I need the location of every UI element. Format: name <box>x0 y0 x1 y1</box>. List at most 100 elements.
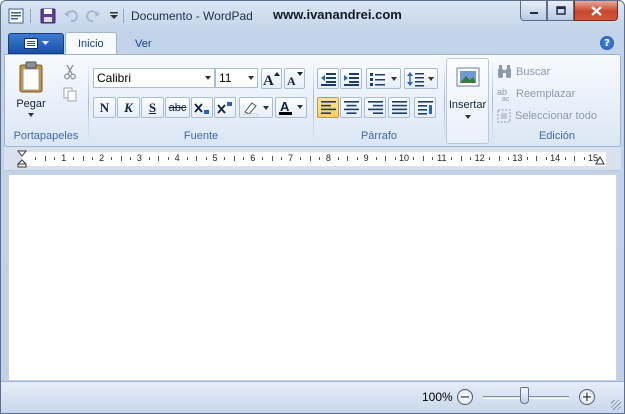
app-icon[interactable] <box>7 7 25 25</box>
shrink-font-button[interactable]: A <box>284 68 305 89</box>
window-controls <box>520 1 618 21</box>
ruler-number: 2 <box>99 153 105 163</box>
bullet-list-icon <box>370 72 397 86</box>
shrink-font-icon: A <box>287 72 303 86</box>
bold-button[interactable]: N <box>93 97 116 118</box>
maximize-button[interactable] <box>547 1 574 21</box>
group-separator <box>444 61 445 141</box>
align-center-button[interactable] <box>340 97 362 118</box>
ruler-tick <box>498 156 500 161</box>
ribbon-tab-row: Inicio Ver ? <box>1 31 624 55</box>
zoom-slider-thumb[interactable] <box>520 387 529 404</box>
underline-label: S <box>148 99 157 115</box>
group-fuente: Calibri 11 A A N K S abc A Fuente <box>90 57 312 145</box>
ruler-number: 3 <box>136 153 142 163</box>
ruler-tick <box>233 156 235 161</box>
paste-button[interactable]: Pegar <box>11 61 51 123</box>
line-spacing-button[interactable] <box>404 68 438 89</box>
font-size-select[interactable]: 11 <box>215 68 258 88</box>
qat-separator <box>30 9 31 23</box>
watermark-text: www.ivanandrei.com <box>273 7 402 22</box>
group-separator <box>88 61 89 141</box>
cut-button[interactable] <box>61 63 79 81</box>
zoom-out-button[interactable]: − <box>457 389 473 405</box>
ruler-tick <box>129 157 131 160</box>
svg-text:A: A <box>280 99 290 114</box>
save-icon[interactable] <box>39 7 57 25</box>
ruler-tick <box>394 157 396 160</box>
copy-button[interactable] <box>61 85 79 103</box>
group-label: Portapapeles <box>13 130 79 142</box>
ruler-tick <box>82 156 84 161</box>
increase-indent-button[interactable] <box>340 68 362 89</box>
chevron-down-icon <box>28 113 34 117</box>
justify-icon <box>391 101 407 114</box>
ruler-tick <box>564 157 566 160</box>
app-menu-button[interactable] <box>8 33 64 54</box>
justify-button[interactable] <box>388 97 410 118</box>
decrease-indent-button[interactable] <box>317 68 339 89</box>
group-separator <box>313 61 314 141</box>
find-button[interactable]: Buscar <box>497 62 550 82</box>
chevron-down-icon <box>464 115 471 119</box>
highlight-color-button[interactable] <box>239 97 273 118</box>
close-button[interactable] <box>574 1 618 21</box>
paragraph-settings-button[interactable] <box>414 97 436 118</box>
ruler[interactable]: 1 2 3 4 5 6 7 8 9 10 11 12 13 14 15 <box>4 147 621 171</box>
zoom-in-button[interactable]: + <box>579 389 595 405</box>
customize-qat-icon[interactable] <box>105 7 123 25</box>
ruler-number: 5 <box>212 153 218 163</box>
align-left-icon <box>320 101 336 114</box>
subscript-button[interactable] <box>191 97 213 118</box>
grow-font-button[interactable]: A <box>261 68 282 89</box>
zoom-level: 100% <box>422 390 453 404</box>
minimize-button[interactable] <box>520 1 547 21</box>
document-editor[interactable] <box>8 174 617 381</box>
maximize-icon <box>555 6 566 15</box>
select-all-icon <box>497 109 511 123</box>
group-parrafo: Párrafo <box>315 57 443 145</box>
ruler-tick <box>44 156 46 161</box>
ruler-tick <box>309 156 311 161</box>
clipboard-icon <box>19 61 43 93</box>
ruler-tick <box>385 156 387 161</box>
ruler-tick <box>148 157 150 160</box>
bold-label: N <box>99 99 110 115</box>
undo-icon[interactable] <box>62 7 80 25</box>
text-color-button[interactable]: A <box>275 97 307 118</box>
underline-button[interactable]: S <box>141 97 164 118</box>
insert-button[interactable]: Insertar <box>446 58 489 144</box>
redo-icon[interactable] <box>84 7 102 25</box>
superscript-button[interactable] <box>214 97 236 118</box>
help-icon[interactable]: ? <box>600 36 614 50</box>
ruler-tick <box>186 157 188 160</box>
close-icon <box>590 5 602 16</box>
svg-text:A: A <box>263 73 274 86</box>
group-label: Fuente <box>183 130 219 142</box>
minus-icon: − <box>459 389 471 405</box>
tab-inicio[interactable]: Inicio <box>65 32 117 55</box>
strikethrough-button[interactable]: abc <box>165 97 190 118</box>
ruler-tick <box>470 157 472 160</box>
replace-button[interactable]: ab ac Reemplazar <box>497 84 575 104</box>
copy-icon <box>63 87 77 101</box>
title-bar[interactable]: Documento - WordPad www.ivanandrei.com <box>1 1 624 31</box>
ruler-number: 6 <box>250 153 256 163</box>
group-edicion: Buscar ab ac Reemplazar Seleccionar todo … <box>493 57 621 145</box>
subscript-icon <box>194 102 209 114</box>
wordpad-window: Documento - WordPad www.ivanandrei.com I… <box>0 0 625 414</box>
bullet-list-button[interactable] <box>366 68 401 89</box>
align-right-button[interactable] <box>364 97 386 118</box>
font-color-icon: A <box>279 99 303 115</box>
align-left-button[interactable] <box>317 97 339 118</box>
ruler-tick <box>460 156 462 161</box>
ruler-tick <box>92 157 94 160</box>
increase-indent-icon <box>344 72 359 86</box>
italic-button[interactable]: K <box>117 97 140 118</box>
tab-ver[interactable]: Ver <box>123 32 164 55</box>
resize-grip[interactable] <box>611 400 621 410</box>
select-all-button[interactable]: Seleccionar todo <box>497 106 597 126</box>
font-family-select[interactable]: Calibri <box>93 68 215 88</box>
ruler-tick <box>318 157 320 160</box>
paste-label: Pegar <box>16 98 46 110</box>
